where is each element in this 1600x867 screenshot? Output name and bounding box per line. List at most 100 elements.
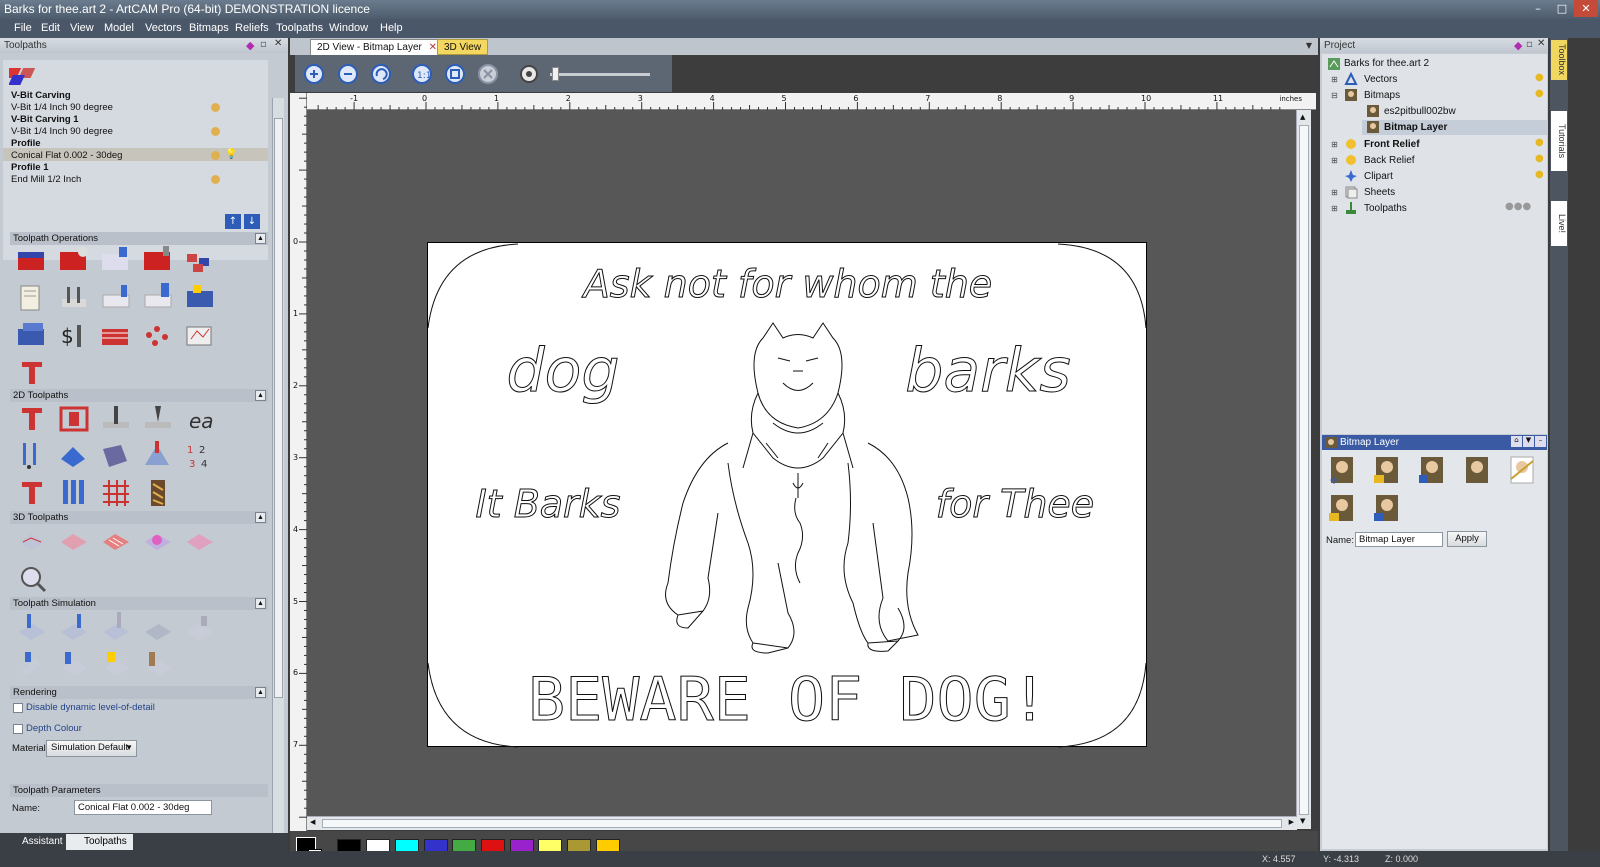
toolpath-name[interactable]: V-Bit Carving	[11, 90, 71, 101]
fill-layer-icon[interactable]	[1372, 493, 1402, 523]
expand-icon[interactable]: ⊞	[1331, 204, 1338, 213]
tab-toolpaths[interactable]: Toolpaths	[66, 834, 133, 850]
drilling-icon[interactable]	[57, 281, 91, 315]
pin-icon[interactable]: ◆	[246, 39, 254, 52]
tab-tutorials[interactable]: Tutorials	[1551, 111, 1567, 171]
3d-machine-relief-icon[interactable]	[15, 524, 49, 558]
section-toolpath-simulation[interactable]: Toolpath Simulation ▲	[10, 597, 268, 610]
menu-file[interactable]: File	[14, 22, 32, 34]
zoom-actual-icon[interactable]: 1:1	[411, 63, 435, 85]
zoom-previous-icon[interactable]	[370, 63, 394, 85]
2d-pattern-icon[interactable]	[141, 476, 175, 510]
notes-icon[interactable]	[15, 281, 49, 315]
tree-node-clipart[interactable]: Clipart	[1364, 171, 1393, 182]
depth-colour-checkbox[interactable]	[13, 724, 23, 734]
minimize-button[interactable]: –	[1526, 0, 1550, 17]
expand-icon[interactable]: ⊞	[1331, 140, 1338, 149]
toolpath-name[interactable]: V-Bit Carving 1	[11, 114, 79, 125]
menu-help[interactable]: Help	[380, 22, 403, 34]
3d-spiral-icon[interactable]	[141, 524, 175, 558]
machine-relief-icon[interactable]	[141, 281, 175, 315]
toolpath-name[interactable]: Profile 1	[11, 162, 49, 173]
3d-inspect-icon[interactable]	[15, 561, 49, 595]
scroll-right-icon[interactable]: ▶	[1289, 818, 1294, 826]
maximize-button[interactable]: □	[1550, 0, 1574, 17]
tree-node-back-relief[interactable]: Back Relief	[1364, 155, 1415, 166]
profile-stack-icon[interactable]	[15, 319, 49, 353]
collapse-icon[interactable]: ▲	[255, 687, 266, 698]
zoom-in-icon[interactable]	[303, 63, 327, 85]
brightness-slider-track[interactable]	[550, 73, 650, 76]
2d-drill-array-icon[interactable]	[15, 439, 49, 473]
material-select[interactable]: Simulation Default ▼	[46, 740, 137, 757]
menu-toolpaths[interactable]: Toolpaths	[276, 22, 323, 34]
menu-vectors[interactable]: Vectors	[145, 22, 182, 34]
2d-sequence-icon[interactable]: 1 23 4	[183, 439, 217, 473]
visibility-icon[interactable]: ●●●	[1505, 201, 1531, 212]
save-layer-icon[interactable]	[1417, 455, 1447, 485]
scroll-thumb[interactable]	[1299, 125, 1309, 815]
3d-offset-icon[interactable]	[183, 524, 217, 558]
zoom-fit-icon[interactable]	[444, 63, 468, 85]
section-2d-toolpaths[interactable]: 2D Toolpaths ▲	[10, 389, 268, 402]
tool-name-selected[interactable]: Conical Flat 0.002 - 30deg	[11, 150, 122, 161]
2d-bevel-icon[interactable]	[141, 439, 175, 473]
scroll-thumb[interactable]	[322, 819, 1282, 828]
tab-3d-view[interactable]: 3D View	[437, 39, 489, 55]
minimize-panel-icon[interactable]: –	[1535, 436, 1546, 447]
text-tool-icon[interactable]	[15, 356, 49, 390]
multi-toolpath-icon[interactable]	[183, 244, 217, 278]
dynamic-lod-checkbox[interactable]	[13, 703, 23, 713]
bitmap-sheet[interactable]: Ask not for whom the dog barks It Barks …	[427, 242, 1147, 748]
collapse-icon[interactable]: ▲	[255, 512, 266, 523]
scroll-down-icon[interactable]: ▼	[1300, 817, 1305, 825]
2d-engraving-icon[interactable]: ea	[183, 402, 217, 436]
2d-text-icon[interactable]	[15, 476, 49, 510]
bulb-icon[interactable]: 💡	[225, 149, 237, 160]
expand-icon[interactable]: ⊞	[1331, 75, 1338, 84]
close-button[interactable]: ✕	[1574, 0, 1598, 17]
scroll-up-icon[interactable]: ▲	[1300, 113, 1305, 121]
tab-assistant[interactable]: Assistant	[4, 834, 69, 850]
sim-reset-icon[interactable]	[141, 610, 175, 644]
vertical-scrollbar[interactable]: ▲ ▼	[1296, 110, 1311, 829]
brightness-icon[interactable]	[517, 63, 541, 85]
zoom-out-icon[interactable]	[337, 63, 361, 85]
tabs-dropdown-icon[interactable]: ▼	[1306, 41, 1312, 50]
bevel-carving-icon[interactable]	[57, 244, 91, 278]
2d-profile-icon[interactable]	[15, 402, 49, 436]
expand-icon[interactable]: ⊞	[1331, 188, 1338, 197]
menu-view[interactable]: View	[70, 22, 94, 34]
bulb-icon[interactable]: ●	[1535, 153, 1544, 164]
sim-wood-icon[interactable]	[141, 646, 175, 680]
3d-raster-icon[interactable]	[99, 524, 133, 558]
move-up-button[interactable]: ↑	[225, 214, 241, 229]
menu-model[interactable]: Model	[104, 22, 134, 34]
2d-thread-icon[interactable]	[57, 476, 91, 510]
scroll-left-icon[interactable]: ◀	[310, 818, 315, 826]
collapse-icon[interactable]: ▲	[255, 390, 266, 401]
section-3d-toolpaths[interactable]: 3D Toolpaths ▲	[10, 511, 268, 524]
section-rendering[interactable]: Rendering ▲	[10, 686, 268, 699]
section-toolpath-parameters[interactable]: Toolpath Parameters	[10, 784, 268, 797]
2d-area-clearance-icon[interactable]	[57, 402, 91, 436]
2d-inlay-icon[interactable]	[57, 439, 91, 473]
3d-z-level-icon[interactable]	[57, 524, 91, 558]
sim-color-icon[interactable]	[183, 610, 217, 644]
layer-to-vector-icon[interactable]	[1507, 455, 1537, 485]
tool-name[interactable]: V-Bit 1/4 Inch 90 degree	[11, 126, 113, 137]
menu-window[interactable]: Window	[329, 22, 368, 34]
sim-export-icon[interactable]	[99, 646, 133, 680]
tree-node-sheets[interactable]: Sheets	[1364, 187, 1395, 198]
close-tab-icon[interactable]: ✕	[429, 42, 437, 53]
dynamic-lod-label[interactable]: Disable dynamic level-of-detail	[26, 702, 155, 713]
float-icon[interactable]: ▫	[1526, 39, 1533, 50]
2d-grid-icon[interactable]	[99, 476, 133, 510]
bulb-icon[interactable]: ●	[1535, 88, 1544, 99]
sim-all-icon[interactable]	[99, 610, 133, 644]
sim-block-icon[interactable]	[15, 610, 49, 644]
scroll-thumb[interactable]	[274, 118, 283, 698]
smart-engraving-icon[interactable]	[99, 244, 133, 278]
points-icon[interactable]	[141, 319, 175, 353]
tab-2d-view[interactable]: 2D View - Bitmap Layer ✕	[310, 39, 445, 55]
